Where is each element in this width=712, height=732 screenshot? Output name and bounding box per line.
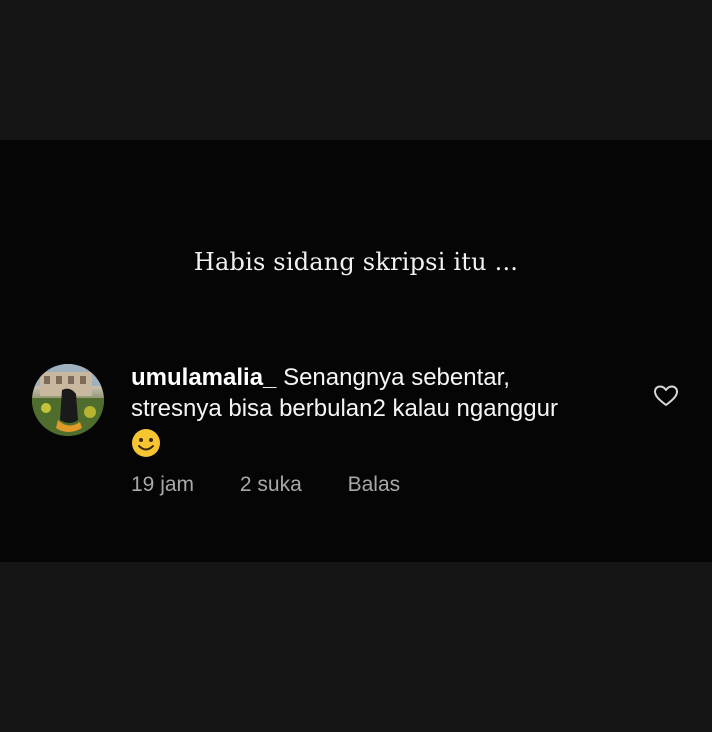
comment-meta: 19 jam 2 suka Balas <box>131 473 400 497</box>
comment-panel: Habis sidang skripsi itu ... umulamalia_… <box>0 140 712 562</box>
bottom-letterbox <box>0 562 712 732</box>
reply-button[interactable]: Balas <box>348 473 401 497</box>
comment-likes[interactable]: 2 suka <box>240 473 302 497</box>
caption-text: Habis sidang skripsi itu ... <box>193 248 519 276</box>
comment-body: umulamalia_ Senangnya sebentar, stresnya… <box>131 362 641 466</box>
heart-outline-icon[interactable] <box>653 384 679 408</box>
top-letterbox <box>0 0 712 140</box>
slightly-smiling-face-icon <box>131 428 161 466</box>
page: Habis sidang skripsi itu ... umulamalia_… <box>0 0 712 732</box>
avatar-photo <box>32 364 104 436</box>
comment-time: 19 jam <box>131 473 195 496</box>
avatar[interactable] <box>32 364 104 436</box>
comment-text-line2: stresnya bisa berbulan2 kalau nganggur <box>131 395 558 422</box>
comment-text-line1: Senangnya sebentar, <box>283 364 510 391</box>
comment-username[interactable]: umulamalia_ <box>131 364 276 391</box>
